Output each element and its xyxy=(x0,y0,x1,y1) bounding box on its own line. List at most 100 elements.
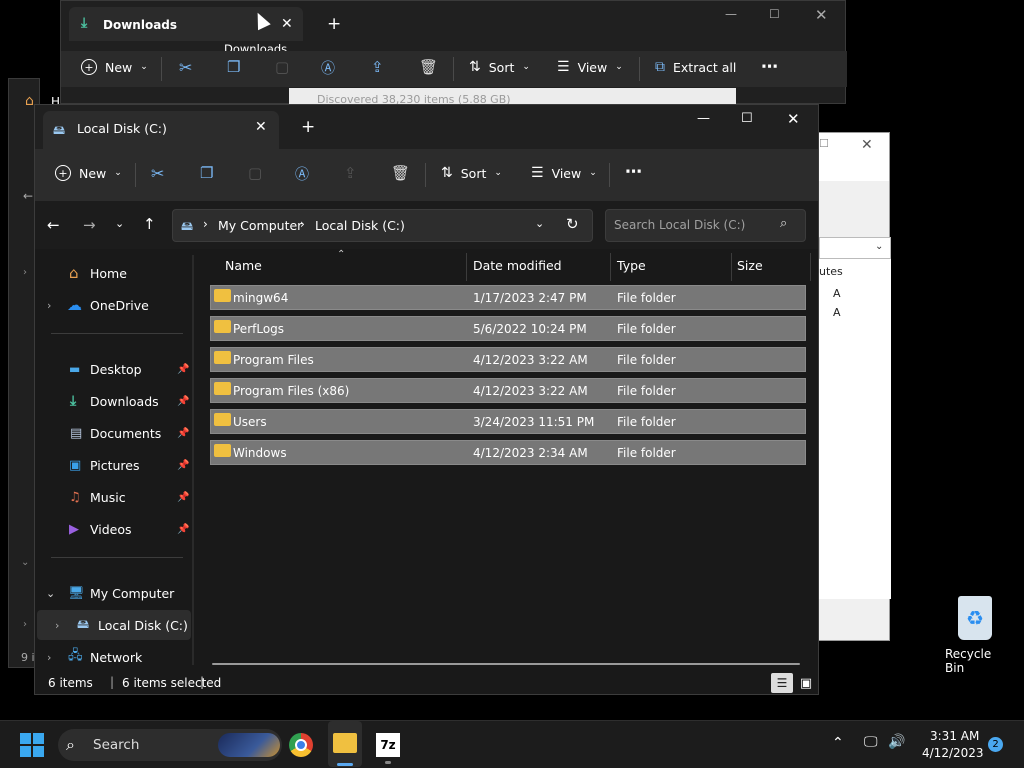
pin-icon[interactable]: 📌 xyxy=(177,460,189,471)
start-button[interactable] xyxy=(20,733,44,757)
chevron-right-icon[interactable]: › xyxy=(23,267,27,278)
nav-item-music[interactable]: ♫ Music 📌 xyxy=(35,482,191,512)
sort-button[interactable]: ⇅ Sort ⌄ xyxy=(469,59,530,75)
cut-icon[interactable]: ✂ xyxy=(151,164,164,183)
copy-icon[interactable]: ❐ xyxy=(200,164,213,182)
nav-item-videos[interactable]: ▶ Videos 📌 xyxy=(35,514,191,544)
paste-icon[interactable]: ▢ xyxy=(275,58,289,76)
close-tab-icon[interactable]: ✕ xyxy=(281,16,293,32)
delete-icon[interactable]: 🗑 xyxy=(391,164,410,182)
network-status-icon[interactable]: 🖵 xyxy=(864,734,878,750)
chevron-right-icon[interactable]: › xyxy=(55,619,59,632)
maximize-icon[interactable]: ☐ xyxy=(741,111,753,126)
taskbar-search[interactable]: ⌕ Search xyxy=(58,729,282,761)
chevron-down-icon[interactable]: ⌄ xyxy=(875,241,883,252)
pin-icon[interactable]: 📌 xyxy=(177,428,189,439)
file-date: 4/12/2023 3:22 AM xyxy=(473,353,588,367)
pin-icon[interactable]: 📌 xyxy=(177,492,189,503)
minimize-icon[interactable]: — xyxy=(697,111,710,126)
column-header-date-modified[interactable]: Date modified xyxy=(473,258,562,273)
close-window-icon[interactable]: ✕ xyxy=(815,6,828,24)
file-row[interactable]: Users 3/24/2023 11:51 PM File folder xyxy=(210,409,806,434)
clock-time[interactable]: 3:31 AM xyxy=(930,729,979,743)
column-header-type[interactable]: Type xyxy=(617,258,646,273)
file-row[interactable]: mingw64 1/17/2023 2:47 PM File folder xyxy=(210,285,806,310)
properties-window[interactable]: ☐ ✕ ⌄ utes A A xyxy=(818,132,891,641)
maximize-icon[interactable]: ☐ xyxy=(819,137,829,150)
large-icons-view-icon[interactable]: ▣ xyxy=(795,673,817,693)
clock-date[interactable]: 4/12/2023 xyxy=(922,746,984,760)
notification-badge[interactable]: 2 xyxy=(988,737,1003,752)
search-input[interactable]: Search Local Disk (C:) xyxy=(614,218,745,232)
new-button[interactable]: + New ⌄ xyxy=(55,165,122,181)
delete-icon[interactable]: 🗑 xyxy=(419,58,438,76)
rename-icon[interactable]: Ⓐ xyxy=(321,58,335,78)
breadcrumb-my-computer[interactable]: My Computer xyxy=(218,218,302,233)
nav-item-downloads[interactable]: ⤓ Downloads 📌 xyxy=(35,386,191,416)
search-icon[interactable]: ⌕ xyxy=(780,216,787,231)
nav-item-local-disk[interactable]: › 🖴 Local Disk (C:) xyxy=(37,610,191,640)
recycle-bin[interactable]: ♻ Recycle Bin xyxy=(940,596,1012,675)
share-icon[interactable]: ⇪ xyxy=(344,164,357,182)
chrome-icon[interactable] xyxy=(289,733,313,757)
chevron-down-icon[interactable]: ⌄ xyxy=(46,587,55,600)
details-view-icon[interactable]: ☰ xyxy=(771,673,793,693)
column-header-name[interactable]: Name xyxy=(225,258,262,273)
chevron-down-icon[interactable]: ⌄ xyxy=(21,557,29,568)
minimize-icon[interactable]: — xyxy=(725,7,737,21)
chevron-right-icon[interactable]: › xyxy=(47,299,51,312)
nav-item-onedrive[interactable]: › ☁ OneDrive xyxy=(35,290,191,320)
back-arrow-icon[interactable]: ← xyxy=(47,216,60,234)
nav-pane-scrollbar[interactable] xyxy=(192,255,194,665)
address-bar[interactable]: 🖴 › My Computer › Local Disk (C:) ⌄ ↻ xyxy=(172,209,593,242)
search-box[interactable]: Search Local Disk (C:) ⌕ xyxy=(605,209,806,242)
show-hidden-icons-chevron-icon[interactable]: ⌃ xyxy=(832,735,844,751)
pin-icon[interactable]: 📌 xyxy=(177,524,189,535)
refresh-icon[interactable]: ↻ xyxy=(566,215,579,233)
nav-item-desktop[interactable]: ▬ Desktop 📌 xyxy=(35,354,191,384)
file-row[interactable]: Program Files 4/12/2023 3:22 AM File fol… xyxy=(210,347,806,372)
close-window-icon[interactable]: ✕ xyxy=(861,137,873,153)
view-button[interactable]: ☰ View ⌄ xyxy=(531,165,597,181)
nav-item-home[interactable]: ⌂ Home xyxy=(35,258,191,288)
extract-all-button[interactable]: ⧉ Extract all xyxy=(655,59,736,75)
horizontal-scrollbar[interactable] xyxy=(212,663,800,665)
nav-item-my-computer[interactable]: ⌄ 🖥 My Computer xyxy=(35,578,191,608)
close-tab-icon[interactable]: ✕ xyxy=(255,119,267,135)
copy-icon[interactable]: ❐ xyxy=(227,58,240,76)
sevenzip-icon[interactable]: 7z xyxy=(376,733,400,757)
paste-icon[interactable]: ▢ xyxy=(248,164,262,182)
file-row[interactable]: PerfLogs 5/6/2022 10:24 PM File folder xyxy=(210,316,806,341)
volume-icon[interactable]: 🔊 xyxy=(888,734,905,750)
new-button[interactable]: + New ⌄ xyxy=(81,59,148,75)
chevron-right-icon[interactable]: › xyxy=(23,619,27,630)
more-options-icon[interactable]: ⋯ xyxy=(625,162,642,182)
up-arrow-icon[interactable]: ↑ xyxy=(143,215,156,233)
recent-locations-chevron-icon[interactable]: ⌄ xyxy=(115,217,124,230)
new-tab-icon[interactable]: + xyxy=(301,117,315,137)
pin-icon[interactable]: 📌 xyxy=(177,396,189,407)
back-arrow-icon[interactable]: ← xyxy=(23,189,33,203)
more-options-icon[interactable]: ⋯ xyxy=(761,57,778,77)
new-tab-icon[interactable]: + xyxy=(327,14,341,34)
close-window-icon[interactable]: ✕ xyxy=(787,110,800,128)
chevron-right-icon[interactable]: › xyxy=(47,651,51,664)
file-explorer-taskbar-button[interactable] xyxy=(328,721,362,767)
nav-item-documents[interactable]: ▤ Documents 📌 xyxy=(35,418,191,448)
column-header-size[interactable]: Size xyxy=(737,258,763,273)
file-row[interactable]: Program Files (x86) 4/12/2023 3:22 AM Fi… xyxy=(210,378,806,403)
sort-button[interactable]: ⇅ Sort ⌄ xyxy=(441,165,502,181)
share-icon[interactable]: ⇪ xyxy=(371,58,384,76)
local-disk-explorer-window[interactable]: 🖴 Local Disk (C:) ✕ + — ☐ ✕ + New ⌄ ✂ ❐ … xyxy=(34,104,819,695)
file-row[interactable]: Windows 4/12/2023 2:34 AM File folder xyxy=(210,440,806,465)
address-dropdown-chevron-icon[interactable]: ⌄ xyxy=(535,217,544,230)
nav-item-pictures[interactable]: ▣ Pictures 📌 xyxy=(35,450,191,480)
view-button[interactable]: ☰ View ⌄ xyxy=(557,59,623,75)
maximize-icon[interactable]: ☐ xyxy=(769,7,780,21)
cut-icon[interactable]: ✂ xyxy=(179,58,192,77)
forward-arrow-icon[interactable]: → xyxy=(83,216,96,234)
breadcrumb-local-disk[interactable]: Local Disk (C:) xyxy=(315,218,405,233)
nav-item-network[interactable]: › 🖧 Network xyxy=(35,642,191,672)
rename-icon[interactable]: Ⓐ xyxy=(295,164,309,184)
pin-icon[interactable]: 📌 xyxy=(177,364,189,375)
